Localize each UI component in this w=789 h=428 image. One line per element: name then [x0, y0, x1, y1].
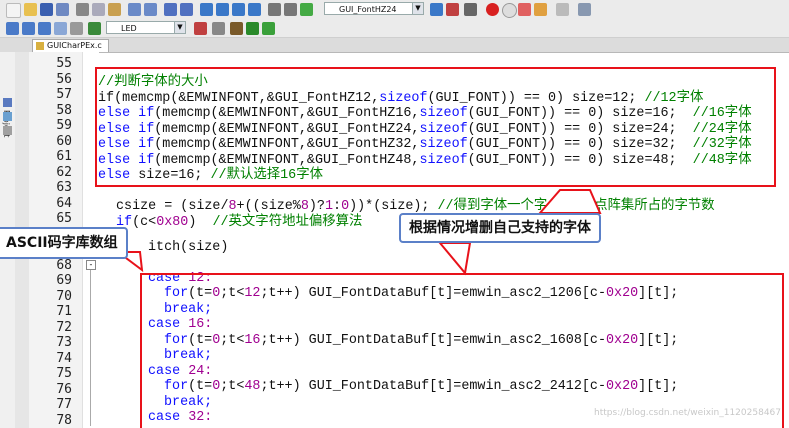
callout-pointer-up [537, 189, 602, 214]
callout-ascii-array: ASCII码字库数组 [0, 227, 128, 259]
callout-add-remove-fonts: 根据情况增删自己支持的字体 [399, 213, 601, 243]
callout-arrows [115, 189, 602, 276]
watermark: https://blog.csdn.net/weixin_1120258467 [594, 408, 781, 418]
callout-pointer-down [437, 242, 472, 276]
callout-add-remove-fonts-text: 根据情况增删自己支持的字体 [409, 220, 591, 236]
callout-ascii-array-text: ASCII码字库数组 [6, 235, 118, 251]
